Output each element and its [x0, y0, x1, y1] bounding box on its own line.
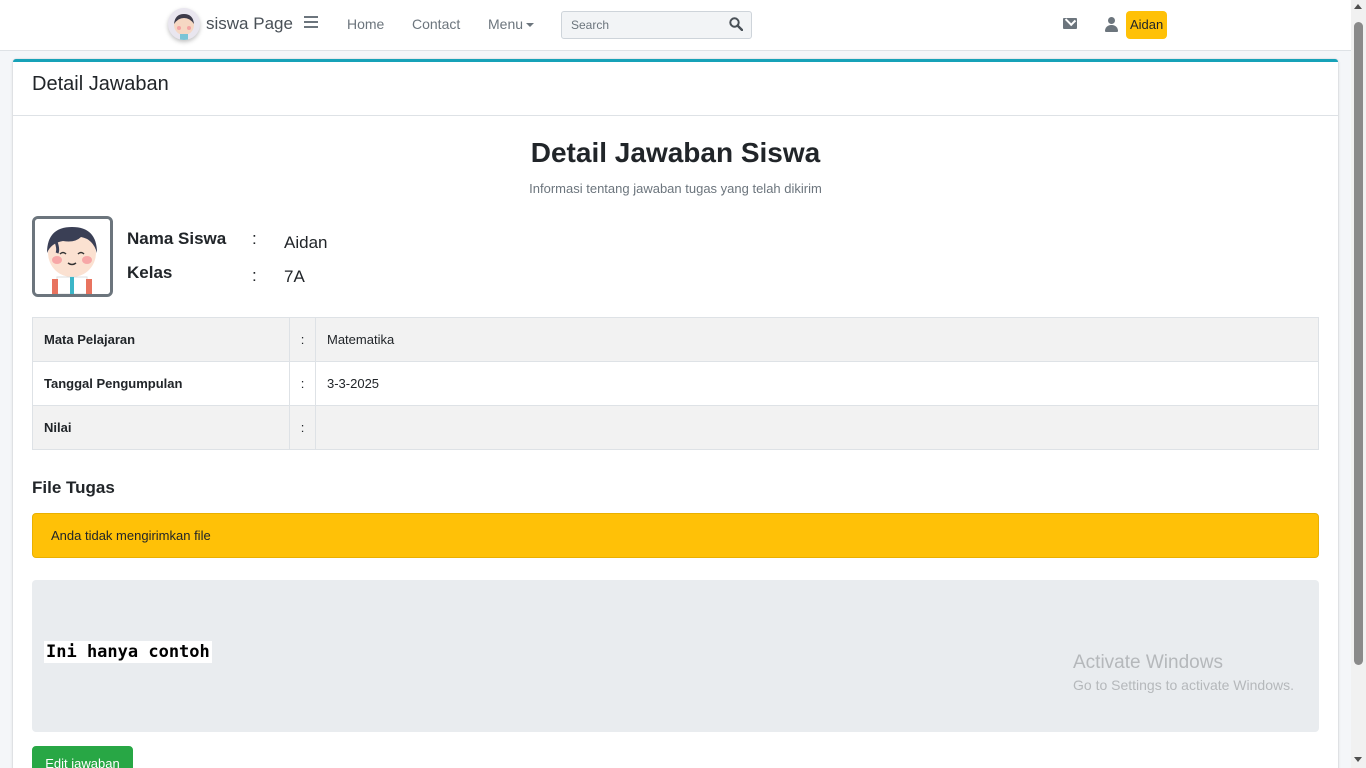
student-class-value: 7A [284, 267, 305, 286]
brand-logo-icon [168, 8, 200, 40]
nav-menu-dropdown[interactable]: Menu [488, 16, 535, 32]
brand-link[interactable]: siswa Page [168, 8, 293, 40]
user-name-badge[interactable]: Aidan [1126, 11, 1168, 39]
search-icon[interactable] [729, 17, 745, 33]
page-title: Detail Jawaban Siswa [530, 137, 821, 168]
nav-contact-link[interactable]: Contact [412, 16, 460, 32]
brand-text: siswa Page [206, 14, 293, 33]
detail-table: Mata Pelajaran : Matematika Tanggal Peng… [32, 317, 1319, 450]
row-value [315, 405, 1319, 450]
row-colon: : [289, 405, 316, 450]
colon-separator: : [252, 266, 257, 285]
page-scrollbar[interactable] [1351, 0, 1366, 768]
top-navbar: siswa Page Home Contact Menu Aidan [0, 0, 1351, 51]
answer-box: Ini hanya contoh Activate Windows Go to … [32, 580, 1319, 732]
scroll-thumb[interactable] [1354, 22, 1363, 665]
row-label: Nilai [32, 405, 290, 450]
row-colon: : [289, 361, 316, 406]
card-header: Detail Jawaban [13, 62, 1338, 116]
answer-text: Ini hanya contoh [44, 641, 212, 663]
table-row: Mata Pelajaran : Matematika [32, 317, 1319, 362]
scroll-down-arrow-icon[interactable] [1354, 757, 1362, 762]
scroll-up-arrow-icon[interactable] [1354, 4, 1362, 9]
caret-down-icon [526, 23, 535, 28]
activation-watermark-subtitle: Go to Settings to activate Windows. [1073, 677, 1294, 693]
no-file-alert: Anda tidak mengirimkan file [32, 513, 1319, 558]
student-name-value: Aidan [284, 233, 328, 252]
row-value: Matematika [315, 317, 1319, 362]
search-input[interactable] [562, 12, 722, 38]
file-section-title: File Tugas [32, 478, 115, 497]
nav-menu-label: Menu [488, 16, 524, 32]
nav-home-link[interactable]: Home [347, 16, 384, 32]
row-value: 3-3-2025 [315, 361, 1319, 406]
activation-watermark-title: Activate Windows [1073, 652, 1223, 673]
student-name-label: Nama Siswa [127, 229, 227, 248]
student-class-row: Kelas : 7A [13, 263, 413, 287]
user-icon[interactable] [1105, 17, 1118, 32]
row-label: Tanggal Pengumpulan [32, 361, 290, 406]
student-name-row: Nama Siswa : Aidan [13, 229, 413, 253]
student-class-label: Kelas [127, 263, 173, 282]
sidebar-toggle-icon[interactable] [304, 16, 318, 30]
row-colon: : [289, 317, 316, 362]
navbar-search [561, 11, 752, 39]
table-row: Tanggal Pengumpulan : 3-3-2025 [32, 361, 1319, 406]
colon-separator: : [252, 229, 257, 248]
edit-answer-button[interactable]: Edit jawaban [32, 746, 133, 768]
card-title: Detail Jawaban [32, 73, 169, 95]
detail-card: Detail Jawaban Detail Jawaban Siswa Info… [13, 59, 1338, 768]
page-subtitle: Informasi tentang jawaban tugas yang tel… [529, 181, 822, 196]
table-row: Nilai : [32, 405, 1319, 450]
envelope-icon[interactable] [1063, 18, 1077, 29]
row-label: Mata Pelajaran [32, 317, 290, 362]
